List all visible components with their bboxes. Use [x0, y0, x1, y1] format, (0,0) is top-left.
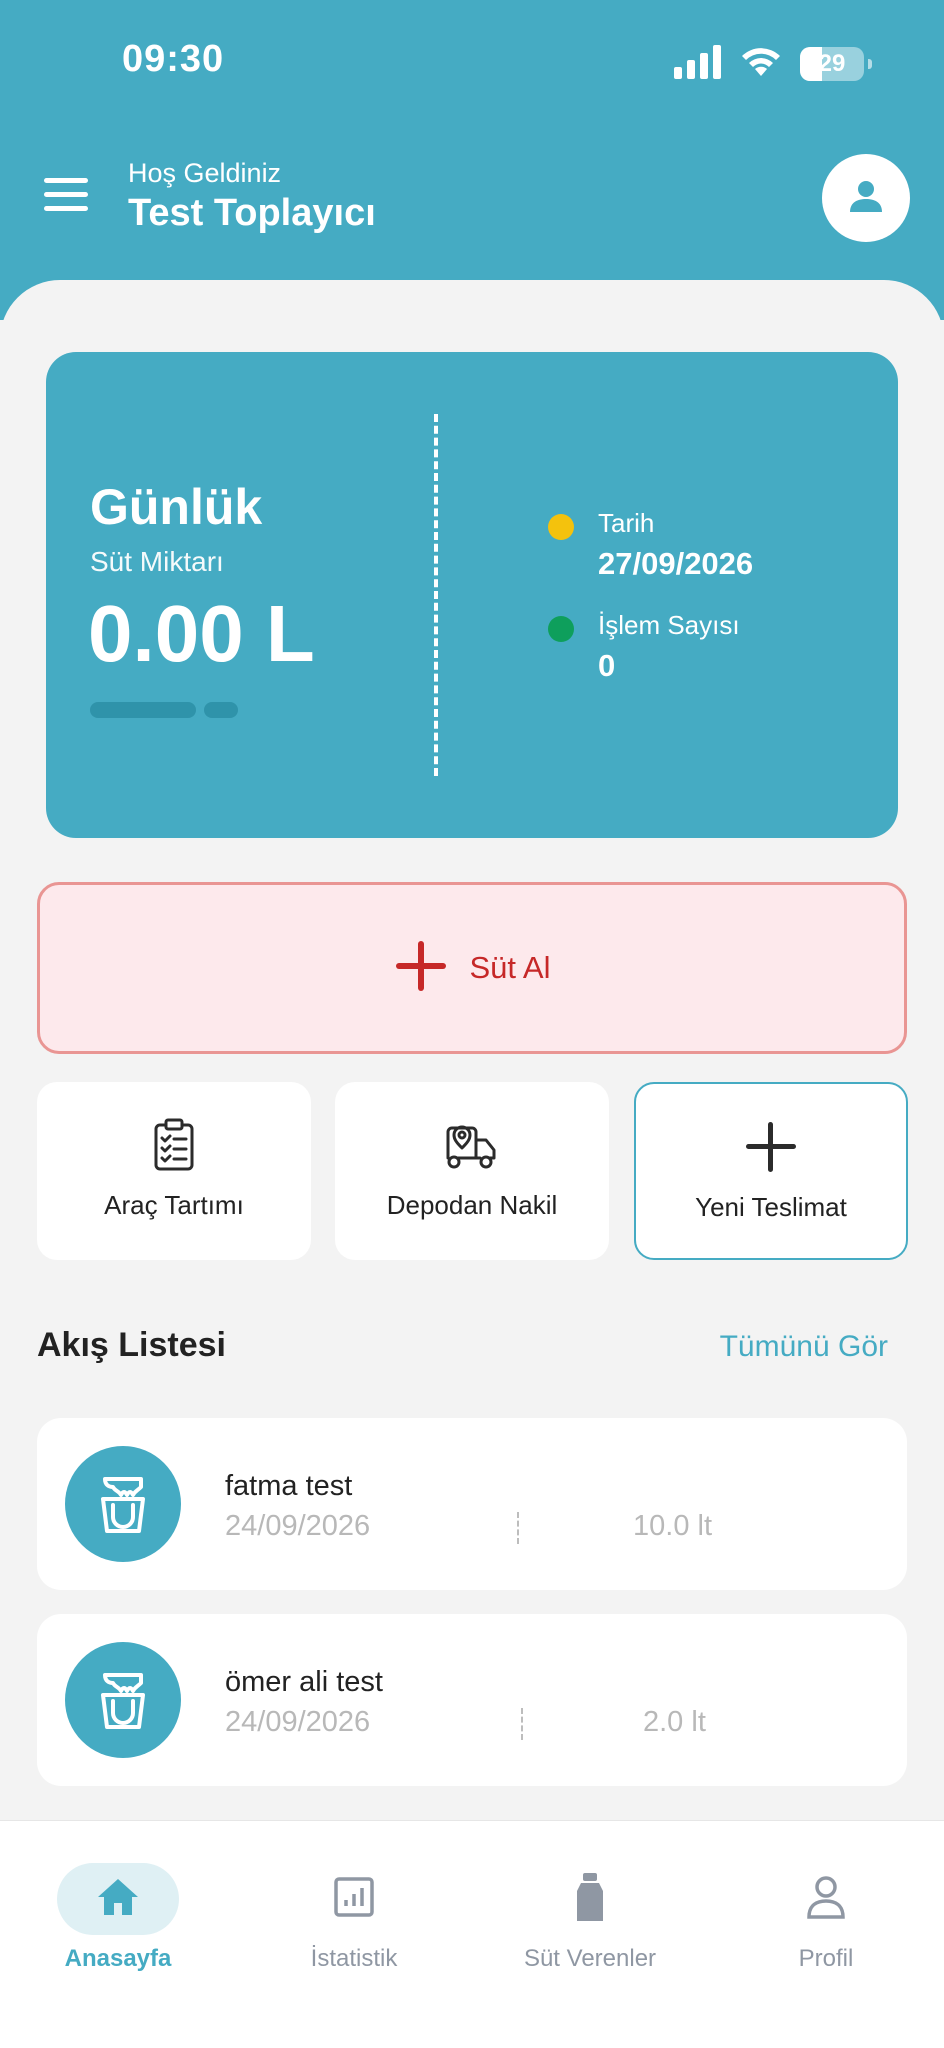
- milk-bucket-icon: [65, 1446, 181, 1562]
- count-dot: [548, 616, 574, 642]
- daily-subtitle: Süt Miktarı: [90, 546, 224, 577]
- flow-item-amount: 2.0 lt: [643, 1706, 706, 1738]
- count-value: 0: [598, 648, 616, 683]
- depodan-nakil-button[interactable]: Depodan Nakil: [335, 1082, 609, 1260]
- flow-item-name: ömer ali test: [225, 1666, 383, 1698]
- daily-amount: 0.00 L: [88, 589, 315, 678]
- decor-pill: [204, 702, 238, 718]
- date-label: Tarih: [598, 508, 655, 538]
- flow-list-title: Akış Listesi: [37, 1326, 226, 1364]
- milk-bottle-icon: [573, 1871, 607, 1928]
- avatar-button[interactable]: [822, 154, 910, 242]
- arac-tartimi-label: Araç Tartımı: [104, 1190, 244, 1220]
- battery-level: 29: [818, 50, 846, 77]
- flow-item-divider: [521, 1708, 523, 1740]
- nav-label: Süt Verenler: [523, 1945, 657, 1972]
- menu-icon: [44, 178, 88, 183]
- card-divider: [434, 414, 438, 776]
- chart-icon: [333, 1876, 375, 1923]
- sut-al-label: Süt Al: [469, 950, 551, 985]
- home-icon: [96, 1877, 140, 1922]
- flow-item-divider: [517, 1512, 519, 1544]
- status-icons: 29: [674, 44, 872, 84]
- nav-label: Anasayfa: [64, 1945, 172, 1972]
- yeni-teslimat-button[interactable]: Yeni Teslimat: [634, 1082, 908, 1260]
- sut-al-button[interactable]: Süt Al: [37, 882, 907, 1054]
- arac-tartimi-button[interactable]: Araç Tartımı: [37, 1082, 311, 1260]
- delivery-truck-icon: [444, 1118, 500, 1178]
- user-name: Test Toplayıcı: [128, 192, 376, 234]
- bottom-nav: Anasayfa İstatistik Süt Verenler Profil: [0, 1820, 944, 2048]
- flow-list-item[interactable]: fatma test 24/09/2026 10.0 lt: [37, 1418, 907, 1590]
- flow-list-item[interactable]: ömer ali test 24/09/2026 2.0 lt: [37, 1614, 907, 1786]
- plus-icon: [744, 1120, 798, 1180]
- flow-item-name: fatma test: [225, 1470, 353, 1502]
- yeni-teslimat-label: Yeni Teslimat: [695, 1192, 847, 1222]
- daily-summary-card: Günlük Süt Miktarı 0.00 L Tarih 27/09/20…: [46, 352, 898, 838]
- nav-label: İstatistik: [310, 1945, 398, 1972]
- flow-item-date: 24/09/2026: [225, 1706, 371, 1738]
- plus-icon: [394, 939, 448, 998]
- welcome-text: Hoş Geldiniz: [128, 158, 282, 188]
- nav-label: Profil: [798, 1945, 854, 1972]
- menu-button[interactable]: [44, 178, 92, 214]
- signal-icon: [674, 44, 722, 84]
- person-icon: [846, 176, 886, 221]
- clipboard-check-icon: [152, 1118, 196, 1178]
- nav-item-statistics[interactable]: İstatistik: [236, 1841, 472, 1972]
- app-screen: 09:30 29 Hoş Geldiniz Test Toplayıcı Gün…: [0, 0, 944, 2048]
- nav-item-profile[interactable]: Profil: [708, 1841, 944, 1972]
- nav-item-milk-givers[interactable]: Süt Verenler: [472, 1841, 708, 1972]
- flow-item-date: 24/09/2026: [225, 1510, 371, 1542]
- see-all-link[interactable]: Tümünü Gör: [720, 1330, 888, 1364]
- nav-item-home[interactable]: Anasayfa: [0, 1841, 236, 1972]
- header: 09:30 29 Hoş Geldiniz Test Toplayıcı: [0, 0, 944, 320]
- date-dot: [548, 514, 574, 540]
- status-time: 09:30: [122, 38, 225, 80]
- person-icon: [805, 1875, 847, 1924]
- count-label: İşlem Sayısı: [598, 610, 740, 640]
- daily-title: Günlük: [90, 479, 263, 535]
- wifi-icon: [740, 46, 782, 83]
- battery-icon: 29: [800, 47, 872, 81]
- depodan-nakil-label: Depodan Nakil: [386, 1190, 558, 1220]
- date-value: 27/09/2026: [598, 546, 754, 581]
- decor-pill: [90, 702, 196, 718]
- flow-item-amount: 10.0 lt: [633, 1510, 712, 1542]
- milk-bucket-icon: [65, 1642, 181, 1758]
